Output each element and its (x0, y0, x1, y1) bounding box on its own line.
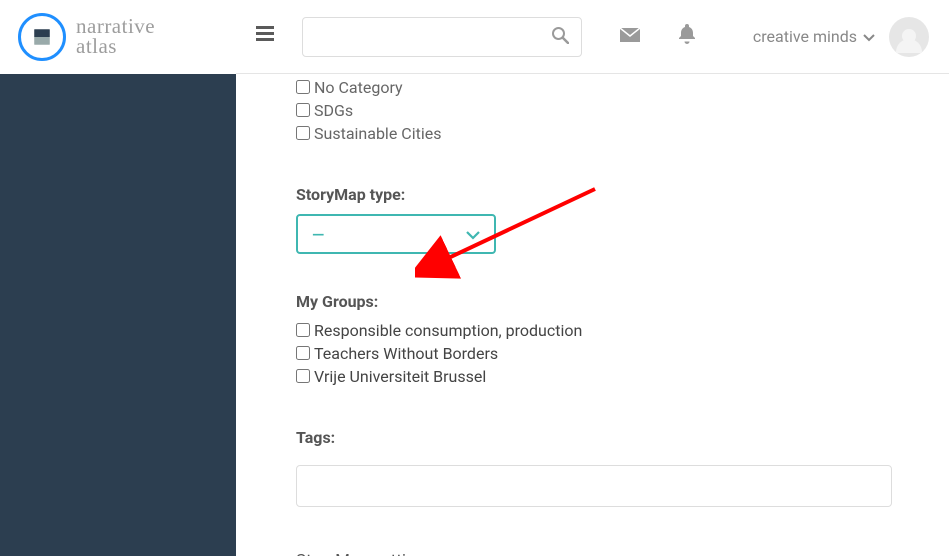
sidebar (0, 0, 236, 556)
storymap-type-label: StoryMap type: (296, 185, 889, 204)
dropdown-selected: — (312, 225, 324, 244)
tags-input[interactable] (296, 465, 892, 507)
brand-text: narrative atlas (76, 17, 155, 57)
checkbox[interactable] (296, 369, 310, 383)
storymap-settings-heading: StoryMap settings (296, 551, 889, 556)
compass-icon (18, 13, 66, 61)
group-option[interactable]: Vrije Universiteit Brussel (296, 367, 889, 386)
category-label: SDGs (314, 101, 353, 120)
menu-toggle-icon[interactable] (256, 26, 274, 47)
checkbox[interactable] (296, 323, 310, 337)
checkbox[interactable] (296, 103, 310, 117)
notifications-icon[interactable] (678, 24, 696, 49)
group-option[interactable]: Responsible consumption, production (296, 321, 889, 340)
checkbox[interactable] (296, 80, 310, 94)
search-input[interactable] (315, 28, 541, 45)
group-label: Responsible consumption, production (314, 321, 582, 340)
checkbox[interactable] (296, 126, 310, 140)
category-option[interactable]: SDGs (296, 101, 889, 120)
groups-block: Responsible consumption, production Teac… (296, 321, 889, 386)
avatar[interactable] (889, 17, 929, 57)
user-name: creative minds (753, 27, 857, 46)
my-groups-label: My Groups: (296, 292, 889, 311)
topbar: creative minds (236, 0, 949, 74)
search-icon[interactable] (551, 26, 569, 48)
chevron-down-icon (466, 225, 480, 244)
brand-line2: atlas (76, 37, 155, 57)
tags-label: Tags: (296, 428, 889, 447)
group-label: Teachers Without Borders (314, 344, 498, 363)
category-option[interactable]: Sustainable Cities (296, 124, 889, 143)
group-label: Vrije Universiteit Brussel (314, 367, 486, 386)
messages-icon[interactable] (620, 26, 640, 47)
storymap-type-dropdown[interactable]: — (296, 214, 496, 254)
brand-logo[interactable]: narrative atlas (0, 0, 236, 74)
category-option[interactable]: No Category (296, 78, 889, 97)
chevron-down-icon (863, 27, 875, 46)
user-menu[interactable]: creative minds (753, 17, 929, 57)
search-box[interactable] (302, 17, 582, 57)
form-content: No Category SDGs Sustainable Cities Stor… (236, 74, 949, 556)
category-label: Sustainable Cities (314, 124, 441, 143)
group-option[interactable]: Teachers Without Borders (296, 344, 889, 363)
category-label: No Category (314, 78, 403, 97)
checkbox[interactable] (296, 346, 310, 360)
